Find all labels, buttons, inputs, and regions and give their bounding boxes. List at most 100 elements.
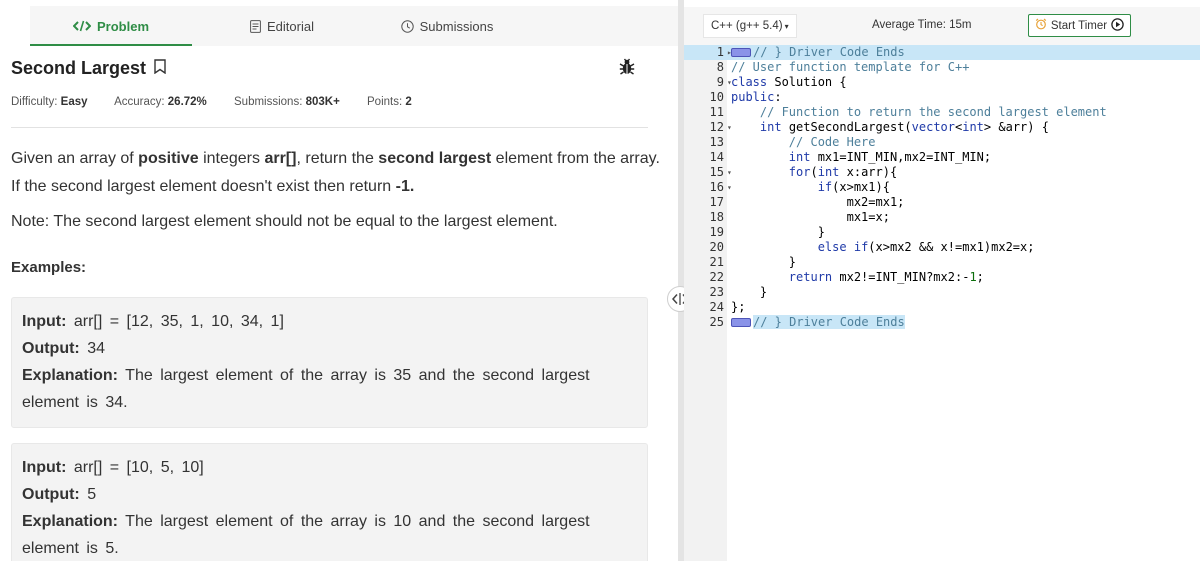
code-editor[interactable]: 1 ▸// } Driver Code Ends 8 // User function…: [684, 45, 1200, 561]
line-number: 13: [709, 135, 724, 149]
code-line[interactable]: 9 ▾ class Solution {: [684, 75, 1200, 90]
line-number: 19: [709, 225, 724, 239]
example-input: Input: arr[] = [10, 5, 10]: [22, 454, 637, 481]
code-text: }: [731, 225, 825, 239]
code-line[interactable]: 8 // User function template for C++: [684, 60, 1200, 75]
code-text: }: [731, 255, 797, 269]
tab-submissions-label: Submissions: [419, 18, 494, 34]
code-text: }: [731, 285, 768, 299]
input-label: Input:: [22, 459, 67, 476]
code-text: if(x>mx1){: [817, 180, 890, 194]
code-line[interactable]: 19 }: [684, 225, 1200, 240]
accuracy-value: 26.72%: [167, 96, 207, 108]
desc-text: integers: [198, 150, 265, 167]
tab-problem-label: Problem: [96, 18, 149, 34]
problem-tabs: Problem Editorial Submissions: [30, 6, 680, 46]
code-text: // Code Here: [788, 135, 876, 149]
code-text: class Solution {: [731, 75, 847, 89]
code-line[interactable]: 24};: [684, 300, 1200, 315]
line-number: 12: [709, 120, 724, 134]
submissions-value: 803K+: [305, 96, 340, 108]
code-line[interactable]: 16 ▾ if(x>mx1){: [684, 180, 1200, 195]
code-icon: [72, 20, 91, 32]
line-number: 10: [709, 90, 724, 104]
code-text: };: [731, 300, 746, 314]
code-line[interactable]: 22 return mx2!=INT_MIN?mx2:-1;: [684, 270, 1200, 285]
code-line[interactable]: 25 // } Driver Code Ends: [684, 315, 1200, 330]
code-text: // User function template for C++: [731, 60, 970, 74]
document-icon: [250, 19, 261, 33]
line-number: 24: [709, 300, 724, 314]
folded-code-icon[interactable]: [731, 48, 751, 57]
desc-text: Given an array of: [11, 150, 139, 167]
points: Points: 2: [367, 96, 412, 108]
desc-text: , return the: [296, 150, 379, 167]
desc-bold: -1.: [395, 178, 415, 195]
explanation-label: Explanation:: [22, 367, 119, 384]
bug-report-icon[interactable]: [619, 58, 635, 81]
explanation-label: Explanation:: [22, 513, 119, 530]
code-line[interactable]: 1 ▸// } Driver Code Ends: [684, 45, 1200, 60]
code-line[interactable]: 21 }: [684, 255, 1200, 270]
output-value: 5: [87, 486, 97, 503]
code-line[interactable]: 23 }: [684, 285, 1200, 300]
play-icon: [1111, 17, 1124, 34]
code-line[interactable]: 13 // Code Here: [684, 135, 1200, 150]
input-value: arr[] = [12, 35, 1, 10, 34, 1]: [73, 313, 284, 330]
alarm-clock-icon: [1035, 18, 1047, 33]
editor-panel: C++ (g++ 5.4) ▾ Average Time: 15m Start …: [684, 0, 1200, 561]
line-number: 14: [709, 150, 724, 164]
code-text: else if(x>mx2 && x!=mx1)mx2=x;: [817, 240, 1035, 254]
desc-bold: second largest: [378, 150, 492, 167]
code-text: mx1=x;: [731, 210, 890, 224]
input-label: Input:: [22, 313, 67, 330]
desc-bold: positive: [138, 150, 199, 167]
problem-panel: Problem Editorial Submissions Second Lar…: [0, 0, 680, 561]
line-number: 11: [709, 105, 724, 119]
code-text: for(int x:arr){: [788, 165, 898, 179]
line-number: 22: [709, 270, 724, 284]
bookmark-icon[interactable]: [153, 58, 166, 79]
page-title: Second Largest: [11, 58, 147, 78]
code-line[interactable]: 15 ▾ for(int x:arr){: [684, 165, 1200, 180]
average-time: Average Time: 15m: [872, 19, 972, 31]
code-text: mx2=mx1;: [731, 195, 905, 209]
code-text: return mx2!=INT_MIN?mx2:-1;: [788, 270, 984, 284]
tab-editorial-label: Editorial: [267, 18, 314, 34]
accuracy-label: Accuracy:: [114, 96, 165, 108]
code-text: int mx1=INT_MIN,mx2=INT_MIN;: [788, 150, 992, 164]
difficulty-value: Easy: [60, 96, 88, 108]
code-text: // } Driver Code Ends: [731, 45, 905, 60]
input-value: arr[] = [10, 5, 10]: [73, 459, 204, 476]
line-number: 1: [716, 45, 724, 59]
code-line[interactable]: 10 public:: [684, 90, 1200, 105]
line-number: 18: [709, 210, 724, 224]
submissions-label: Submissions:: [234, 96, 303, 108]
code-line[interactable]: 20 else if(x>mx2 && x!=mx1)mx2=x;: [684, 240, 1200, 255]
start-timer-button[interactable]: Start Timer: [1028, 14, 1131, 37]
folded-code-icon[interactable]: [731, 318, 751, 327]
code-line[interactable]: 11 // Function to return the second larg…: [684, 105, 1200, 120]
output-value: 34: [87, 340, 105, 357]
difficulty-label: Difficulty:: [11, 96, 58, 108]
code-line[interactable]: 17 mx2=mx1;: [684, 195, 1200, 210]
tab-problem[interactable]: Problem: [30, 6, 192, 46]
submissions-count: Submissions: 803K+: [234, 96, 340, 108]
code-line[interactable]: 14 int mx1=INT_MIN,mx2=INT_MIN;: [684, 150, 1200, 165]
output-label: Output:: [22, 340, 80, 357]
points-value: 2: [405, 96, 412, 108]
code-line[interactable]: 18 mx1=x;: [684, 210, 1200, 225]
accuracy: Accuracy: 26.72%: [114, 96, 207, 108]
title-row: Second Largest: [11, 58, 651, 84]
example-output: Output: 5: [22, 481, 637, 508]
example-box: Input: arr[] = [12, 35, 1, 10, 34, 1] Ou…: [11, 297, 648, 428]
problem-meta: Difficulty: Easy Accuracy: 26.72% Submis…: [11, 96, 436, 108]
tab-submissions[interactable]: Submissions: [372, 6, 522, 46]
line-number: 15: [709, 165, 724, 179]
code-line[interactable]: 12 ▾ int getSecondLargest(vector<int> &ar…: [684, 120, 1200, 135]
line-number: 8: [716, 60, 724, 74]
language-select[interactable]: C++ (g++ 5.4) ▾: [703, 14, 797, 38]
line-number: 17: [709, 195, 724, 209]
tab-editorial[interactable]: Editorial: [192, 6, 372, 46]
difficulty: Difficulty: Easy: [11, 96, 88, 108]
